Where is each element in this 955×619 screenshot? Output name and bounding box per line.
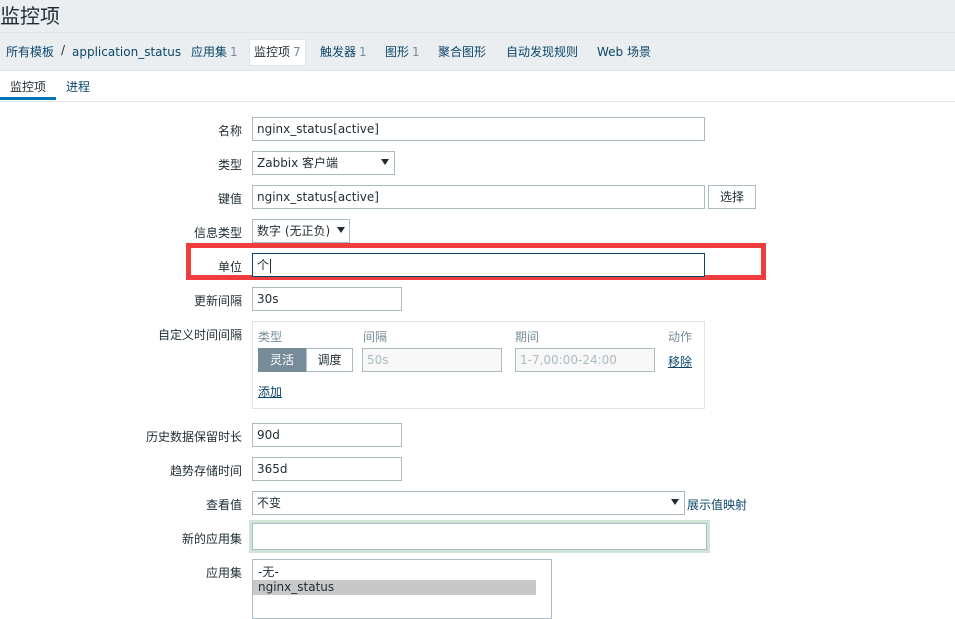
chevron-down-icon (671, 499, 679, 505)
tab-process[interactable]: 进程 (66, 78, 90, 95)
trends-label: 趋势存储时间 (169, 464, 242, 478)
breadcrumb: 所有模板 / application_status 应用集 1 监控项 7 触发器 1… (0, 32, 955, 71)
interval-input[interactable]: 50s (362, 348, 502, 372)
type-select[interactable]: Zabbix 客户端 (252, 151, 395, 175)
nav-tab-label: 监控项 (254, 45, 291, 59)
valuemap-select-value: 不变 (257, 496, 282, 510)
units-input[interactable]: 个 (252, 253, 705, 277)
text-cursor (270, 258, 272, 273)
nav-tab-label: 应用集 (191, 45, 228, 59)
nav-tab-web[interactable]: Web 场景 (597, 43, 651, 61)
custom-intervals-table: 类型 间隔 期间 动作 灵活 调度 50s 1-7,00:00-24:00 移除… (252, 321, 705, 409)
nav-tab-label: 自动发现规则 (506, 45, 579, 59)
nav-tab-count: 1 (412, 45, 420, 59)
title-bar: 监控项 (0, 0, 955, 32)
update-interval-label: 更新间隔 (193, 294, 242, 308)
add-interval-link[interactable]: 添加 (258, 383, 282, 400)
nav-tab-discovery[interactable]: 自动发现规则 (506, 43, 578, 61)
chevron-down-icon (337, 227, 345, 233)
chevron-down-icon (381, 159, 389, 165)
flexible-toggle[interactable]: 灵活 (258, 348, 306, 372)
new-application-input[interactable] (252, 523, 707, 550)
tab-item[interactable]: 监控项 (10, 78, 46, 95)
form-tabs: 监控项 进程 (0, 72, 955, 102)
applications-label: 应用集 (205, 566, 242, 580)
key-input[interactable]: nginx_status[active] (252, 185, 705, 209)
col-period-header: 期间 (515, 330, 540, 344)
nav-tab-label: 聚合图形 (438, 45, 487, 59)
custom-intervals-label: 自定义时间间隔 (157, 328, 242, 342)
update-interval-input[interactable]: 30s (252, 287, 402, 311)
nav-tab-screens[interactable]: 聚合图形 (438, 43, 486, 61)
col-action-header: 动作 (668, 330, 693, 344)
applications-listbox[interactable]: -无- nginx_status (252, 559, 552, 619)
nav-tab-triggers[interactable]: 触发器 1 (320, 43, 367, 61)
nav-tab-count: 1 (230, 45, 238, 59)
units-input-value: 个 (257, 258, 270, 272)
period-input[interactable]: 1-7,00:00-24:00 (515, 348, 655, 372)
breadcrumb-all-templates[interactable]: 所有模板 (6, 43, 54, 61)
key-label: 键值 (217, 192, 242, 206)
remove-interval-link[interactable]: 移除 (668, 353, 692, 370)
page-title: 监控项 (0, 4, 60, 28)
info-type-label: 信息类型 (193, 226, 242, 240)
nav-tab-graphs[interactable]: 图形 1 (385, 43, 420, 61)
history-label: 历史数据保留时长 (145, 430, 242, 444)
nav-tab-count: 1 (359, 45, 367, 59)
active-tab-indicator (0, 97, 56, 100)
col-type-header: 类型 (258, 330, 283, 344)
new-application-label: 新的应用集 (181, 532, 242, 546)
info-type-select-value: 数字 (无正负) (257, 224, 331, 238)
col-interval-header: 间隔 (363, 330, 388, 344)
info-type-select[interactable]: 数字 (无正负) (252, 219, 350, 243)
trends-input[interactable]: 365d (252, 457, 402, 481)
nav-tab-applications[interactable]: 应用集 1 (191, 43, 238, 61)
nav-tab-label: Web 场景 (597, 45, 651, 59)
breadcrumb-separator: / (61, 43, 66, 57)
history-input[interactable]: 90d (252, 423, 402, 447)
type-label: 类型 (217, 158, 242, 172)
valuemap-select[interactable]: 不变 (252, 491, 685, 515)
nav-tab-count: 7 (293, 45, 301, 59)
nav-tab-label: 触发器 (320, 45, 357, 59)
type-select-value: Zabbix 客户端 (257, 156, 339, 170)
name-input[interactable]: nginx_status[active] (252, 117, 705, 141)
list-item[interactable]: -无- (253, 565, 551, 580)
show-valuemap-link[interactable]: 展示值映射 (687, 496, 747, 513)
valuemap-label: 查看值 (205, 498, 242, 512)
scheduling-toggle[interactable]: 调度 (306, 348, 353, 372)
breadcrumb-template[interactable]: application_status (72, 43, 181, 61)
name-label: 名称 (217, 124, 242, 138)
nav-tab-items[interactable]: 监控项 7 (249, 39, 306, 66)
list-item-selected[interactable]: nginx_status (253, 580, 536, 595)
units-label: 单位 (217, 260, 242, 274)
key-select-button[interactable]: 选择 (708, 185, 756, 209)
nav-tab-label: 图形 (385, 45, 410, 59)
